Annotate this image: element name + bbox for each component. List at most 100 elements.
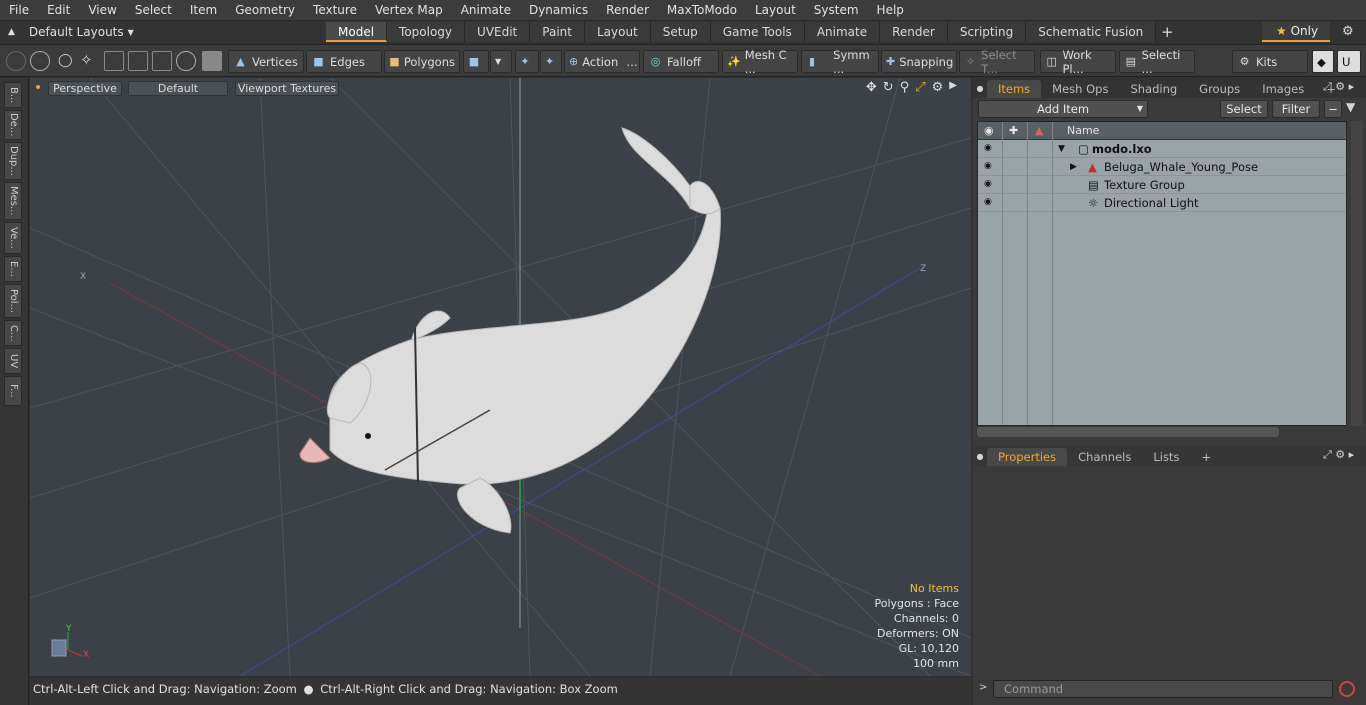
tab-scripting[interactable]: Scripting	[947, 22, 1027, 42]
edges-button[interactable]: ■ Edges	[306, 50, 382, 73]
visibility-eye-icon[interactable]: ◉	[984, 180, 996, 189]
rotate-view-icon[interactable]: ↻	[883, 80, 894, 95]
selection-sets-button[interactable]: ▤ Selecti ...	[1119, 48, 1195, 76]
workplane-button[interactable]: ◫ Work Pl...	[1040, 48, 1116, 76]
tab-topology[interactable]: Topology	[387, 22, 466, 42]
snap-center-button[interactable]: ✦	[540, 50, 562, 73]
collapse-icon[interactable]: −	[1324, 100, 1342, 118]
pen-tool-icon[interactable]: ◯	[58, 53, 73, 68]
lasso-icon[interactable]: ✧	[80, 51, 93, 69]
tab-schematic-fusion[interactable]: Schematic Fusion	[1026, 22, 1157, 42]
visibility-eye-icon[interactable]: ◉	[984, 198, 996, 207]
symmetry-button[interactable]: ▮ Symm ...	[801, 48, 879, 76]
menu-vertex-map[interactable]: Vertex Map	[366, 0, 452, 21]
menu-animate[interactable]: Animate	[452, 0, 520, 21]
tab-model[interactable]: Model	[326, 22, 388, 42]
record-icon[interactable]	[1339, 681, 1355, 697]
kits-button[interactable]: ⚙ Kits	[1232, 50, 1308, 73]
tab-images[interactable]: Images	[1251, 80, 1315, 98]
menu-texture[interactable]: Texture	[304, 0, 366, 21]
left-tab-mesh[interactable]: Mes...	[4, 182, 22, 220]
expand-arrow-icon[interactable]: ▶	[1070, 158, 1077, 176]
tab-game-tools[interactable]: Game Tools	[710, 22, 805, 42]
list-item[interactable]: ◉ ▶ ▲ Beluga_Whale_Young_Pose	[978, 158, 1346, 176]
tab-setup[interactable]: Setup	[650, 22, 711, 42]
menu-system[interactable]: System	[805, 0, 868, 21]
list-hscrollbar[interactable]	[977, 427, 1279, 437]
tab-channels[interactable]: Channels	[1067, 448, 1142, 466]
select-button[interactable]: Select	[1220, 100, 1268, 118]
snap-element-button[interactable]: ✦	[515, 50, 539, 73]
viewport-settings-icon[interactable]: ⚙	[932, 80, 944, 95]
menu-help[interactable]: Help	[868, 0, 913, 21]
tab-lists[interactable]: Lists	[1142, 448, 1190, 466]
tab-animate[interactable]: Animate	[804, 22, 881, 42]
funnel-icon[interactable]: ▼	[1346, 100, 1355, 114]
menu-dynamics[interactable]: Dynamics	[520, 0, 597, 21]
layout-collapse-icon[interactable]: ▲	[8, 27, 15, 37]
viewport-menu-dot[interactable]	[36, 85, 40, 89]
unity-button[interactable]: ◆	[1312, 50, 1334, 73]
transform-icon[interactable]	[104, 51, 124, 71]
tab-render[interactable]: Render	[880, 22, 948, 42]
falloff-button[interactable]: ◎ Falloff	[643, 50, 719, 73]
item-mode-button[interactable]: ■	[463, 50, 489, 73]
add-item-button[interactable]: Add Item ▼	[978, 100, 1148, 118]
menu-geometry[interactable]: Geometry	[226, 0, 304, 21]
tab-items[interactable]: Items	[987, 80, 1042, 98]
polygons-button[interactable]: ■ Polygons	[384, 50, 460, 73]
left-tab-curve[interactable]: C...	[4, 320, 22, 346]
maximize-icon[interactable]: ⤢	[915, 80, 925, 95]
left-tab-uv[interactable]: UV	[4, 348, 22, 374]
expand-arrow-icon[interactable]: ▼	[1058, 140, 1065, 158]
pan-icon[interactable]: ✥	[866, 80, 877, 95]
vertices-button[interactable]: ▲ Vertices	[228, 50, 304, 73]
zoom-icon[interactable]: ⚲	[900, 80, 910, 95]
scale-icon[interactable]	[152, 51, 172, 71]
action-center-button[interactable]: ⊕ Action…	[564, 50, 640, 73]
menu-edit[interactable]: Edit	[38, 0, 79, 21]
move-icon[interactable]	[128, 51, 148, 71]
globe-icon[interactable]	[30, 51, 50, 71]
menu-layout[interactable]: Layout	[746, 0, 805, 21]
list-scrollbar[interactable]	[1351, 121, 1363, 426]
menu-maxtomodo[interactable]: MaxToModo	[658, 0, 746, 21]
left-tab-fusion[interactable]: F...	[4, 376, 22, 406]
left-tab-polygon[interactable]: Pol...	[4, 284, 22, 318]
tab-groups[interactable]: Groups	[1188, 80, 1251, 98]
rotate-icon[interactable]	[176, 51, 196, 71]
name-column-header[interactable]: Name	[1067, 122, 1099, 140]
panel-menu-dot[interactable]: ●	[973, 448, 987, 466]
3d-viewport[interactable]: X Z Y X Perspective Default Viewport Tex…	[30, 78, 971, 676]
tab-mesh-ops[interactable]: Mesh Ops	[1041, 80, 1119, 98]
tab-layout[interactable]: Layout	[584, 22, 651, 42]
panel-expand-icon[interactable]: ⤢ ⚙ ▸	[1323, 80, 1354, 94]
left-tab-deform[interactable]: De...	[4, 110, 22, 140]
material-icon[interactable]	[202, 51, 222, 71]
mode-dropdown[interactable]: ▼	[490, 50, 512, 73]
tab-paint[interactable]: Paint	[530, 22, 585, 42]
select-circle-icon[interactable]	[6, 51, 26, 71]
viewport-expand-icon[interactable]: ▶	[949, 80, 957, 95]
menu-file[interactable]: File	[0, 0, 38, 21]
panel-expand-icon[interactable]: ⤢ ⚙ ▸	[1323, 448, 1354, 462]
menu-select[interactable]: Select	[126, 0, 181, 21]
visibility-eye-icon[interactable]: ◉	[984, 162, 996, 171]
mesh-constraint-button[interactable]: ✨ Mesh C ...	[722, 48, 798, 76]
command-input[interactable]: Command	[993, 680, 1333, 698]
gear-icon[interactable]: ⚙	[1342, 24, 1354, 39]
view-type-button[interactable]: Perspective	[48, 81, 122, 96]
select-through-button[interactable]: ✧ Select T...	[959, 48, 1035, 76]
shading-mode-button[interactable]: Default	[128, 81, 228, 96]
left-tab-edge[interactable]: E...	[4, 256, 22, 282]
filter-button[interactable]: Filter	[1272, 100, 1320, 118]
tab-uvedit[interactable]: UVEdit	[465, 22, 531, 42]
unreal-button[interactable]: U	[1337, 50, 1361, 73]
layout-selector[interactable]: ▲ Default Layouts ▼	[0, 25, 150, 39]
menu-view[interactable]: View	[79, 0, 125, 21]
left-tab-vertex[interactable]: Ve...	[4, 222, 22, 254]
tab-properties[interactable]: Properties	[987, 448, 1068, 466]
left-tab-duplicate[interactable]: Dup...	[4, 142, 22, 180]
add-tab-icon[interactable]: +	[1156, 23, 1178, 41]
add-panel-tab-icon[interactable]: +	[1190, 448, 1222, 466]
